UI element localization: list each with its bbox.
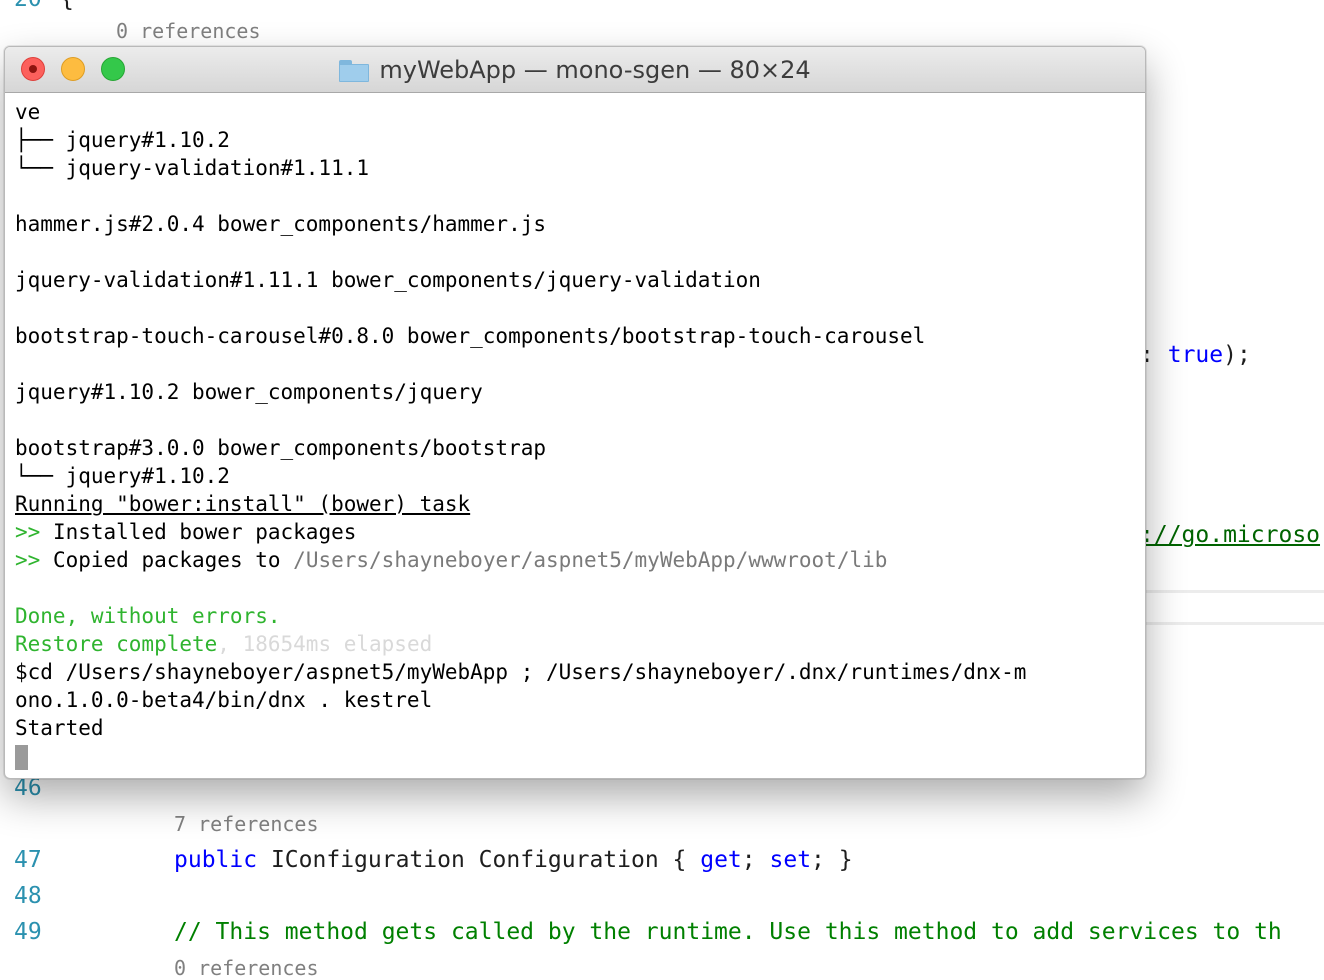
- command-line-1: $cd /Users/shayneboyer/aspnet5/myWebApp …: [15, 660, 1027, 684]
- folder-icon: [339, 59, 370, 82]
- copied-text: Copied packages to: [40, 548, 294, 572]
- terminal-titlebar[interactable]: myWebApp — mono-sgen — 80×24: [5, 47, 1145, 93]
- cursor-line: [15, 742, 1141, 770]
- code-close-brace: ; }: [811, 847, 853, 873]
- line-number-49: 49: [14, 919, 42, 945]
- codelens-references-top[interactable]: 0 references: [116, 18, 261, 44]
- terminal-line: ├── jquery#1.10.2: [15, 128, 230, 152]
- editor-region-divider-2: [1144, 622, 1324, 625]
- terminal-window[interactable]: myWebApp — mono-sgen — 80×24 ve ├── jque…: [4, 46, 1146, 779]
- codelens-references-bottom[interactable]: 0 references: [174, 955, 319, 980]
- copied-path: /Users/shayneboyer/aspnet5/myWebApp/wwwr…: [293, 548, 888, 572]
- terminal-line: ve: [15, 100, 41, 124]
- code-brace: {: [60, 0, 74, 14]
- installed-line: >> Installed bower packages: [15, 518, 1141, 546]
- keyword-set: set: [769, 847, 812, 873]
- terminal-line: bootstrap#3.0.0 bower_components/bootstr…: [15, 436, 547, 460]
- line-number-47: 47: [14, 847, 42, 873]
- terminal-line: └── jquery-validation#1.11.1: [15, 156, 370, 180]
- folder-body: [339, 63, 370, 82]
- prompt-marker: >>: [15, 520, 41, 544]
- terminal-line: bootstrap-touch-carousel#0.8.0 bower_com…: [15, 324, 926, 348]
- restore-text: Restore complete: [15, 632, 218, 656]
- keyword-true: true: [1167, 342, 1224, 368]
- code-paren-semicolon: );: [1223, 342, 1251, 368]
- keyword-public: public: [174, 847, 258, 873]
- keyword-get: get: [700, 847, 742, 873]
- editor-region-divider: [1144, 590, 1324, 593]
- terminal-output[interactable]: ve ├── jquery#1.10.2 └── jquery-validati…: [15, 98, 1141, 770]
- code-fragment-true: : true);: [1140, 340, 1251, 370]
- terminal-cursor: [15, 744, 28, 770]
- installed-text: Installed bower packages: [40, 520, 357, 544]
- code-line-47: public IConfiguration Configuration { ge…: [174, 845, 853, 875]
- restore-line: Restore complete, 18654ms elapsed: [15, 630, 1141, 658]
- terminal-line: jquery#1.10.2 bower_components/jquery: [15, 380, 483, 404]
- copied-line: >> Copied packages to /Users/shayneboyer…: [15, 546, 1141, 574]
- window-title-area: myWebApp — mono-sgen — 80×24: [5, 47, 1145, 92]
- terminal-line: jquery-validation#1.11.1 bower_component…: [15, 268, 761, 292]
- window-title: myWebApp — mono-sgen — 80×24: [379, 55, 811, 84]
- restore-elapsed: , 18654ms elapsed: [217, 632, 433, 656]
- line-number-20: 20: [14, 0, 42, 14]
- codelens-references-7[interactable]: 7 references: [174, 811, 319, 837]
- code-configuration-decl: IConfiguration Configuration {: [270, 847, 687, 873]
- line-number-48: 48: [14, 883, 42, 909]
- prompt-marker: >>: [15, 548, 41, 572]
- code-comment-line-49: // This method gets called by the runtim…: [174, 919, 1282, 945]
- code-semicolon: ;: [741, 847, 756, 873]
- code-url-link[interactable]: ://go.microso: [1140, 520, 1320, 550]
- done-line: Done, without errors.: [15, 604, 281, 628]
- running-task-line: Running "bower:install" (bower) task: [15, 492, 471, 516]
- terminal-line: └── jquery#1.10.2: [15, 464, 230, 488]
- started-line: Started: [15, 716, 104, 740]
- command-line-2: ono.1.0.0-beta4/bin/dnx . kestrel: [15, 688, 433, 712]
- terminal-line: hammer.js#2.0.4 bower_components/hammer.…: [15, 212, 547, 236]
